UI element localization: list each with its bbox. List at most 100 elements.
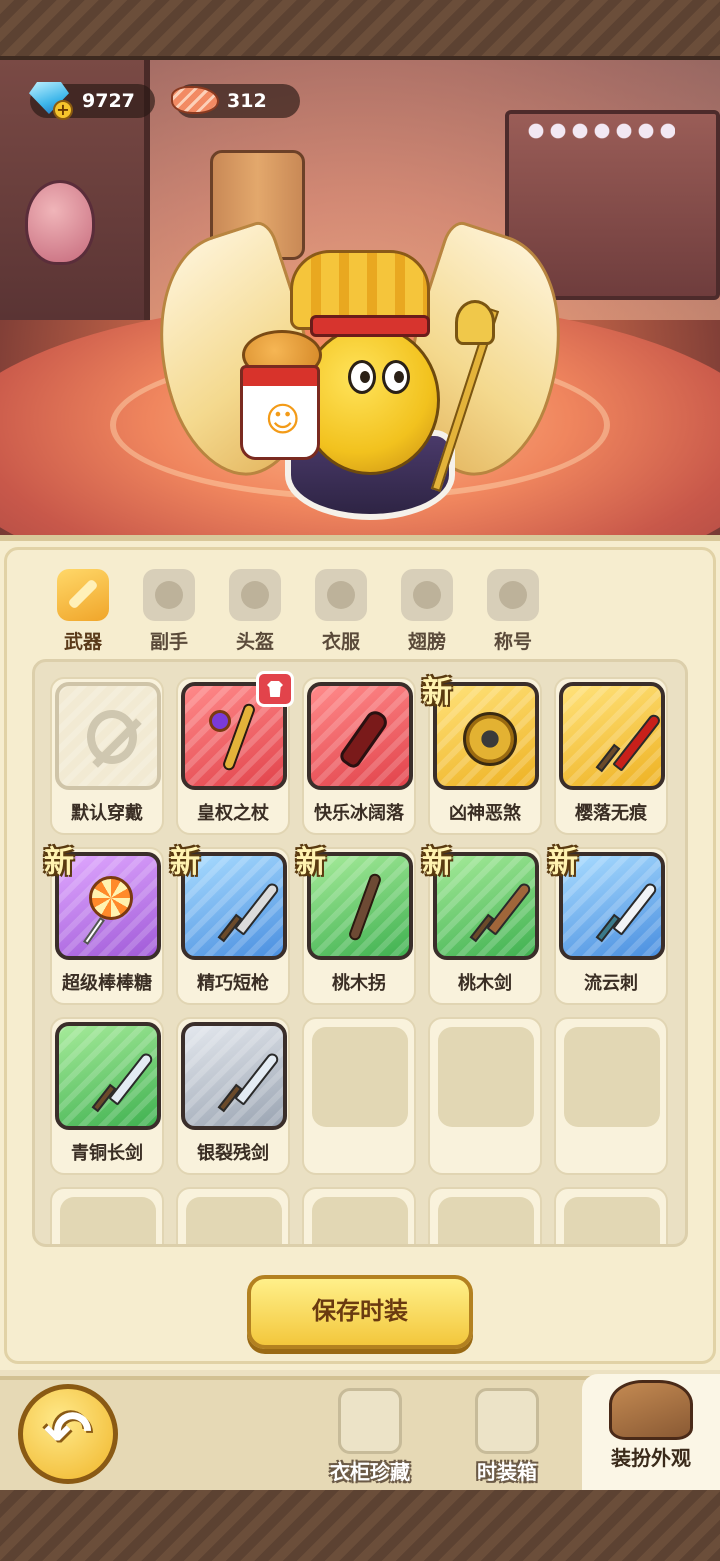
item-name: 超级棒棒糖 — [62, 973, 152, 994]
sword-icon — [205, 1042, 281, 1113]
nav-wardrobe-collection[interactable]: 衣柜珍藏 — [310, 1382, 430, 1490]
empty-slot — [428, 1017, 542, 1175]
nav-appearance[interactable]: 装扮外观 — [582, 1374, 720, 1490]
tab-label: 衣服 — [321, 631, 360, 653]
item-name: 凶神恶煞 — [449, 803, 521, 824]
meat-counter: 312 — [171, 84, 300, 118]
katana-icon — [583, 702, 661, 773]
bottle-icon — [331, 702, 397, 772]
wardrobe-icon — [338, 1388, 402, 1454]
bottom-nav: ↶ 衣柜珍藏 时装箱 装扮外观 — [0, 1370, 720, 1561]
ban-icon — [79, 702, 145, 772]
tab-5[interactable]: 称号 — [470, 569, 556, 659]
item-cell[interactable]: 新超级棒棒糖 — [44, 845, 164, 1005]
equipped-shirt-icon — [256, 671, 294, 707]
item-cell[interactable]: 皇权之杖 — [176, 671, 294, 835]
egg-decor — [25, 180, 95, 265]
tab-0[interactable]: 武器 — [40, 569, 126, 665]
hat-icon — [609, 1380, 693, 1440]
tab-label: 头盔 — [235, 631, 274, 653]
empty-slot — [302, 1017, 416, 1175]
empty-slot-tile — [438, 1197, 534, 1244]
empty-slot — [554, 1017, 668, 1175]
item-name: 樱落无痕 — [575, 803, 647, 824]
empty-slot-tile — [564, 1027, 660, 1127]
empty-slot — [176, 1187, 290, 1244]
tab-2[interactable]: 头盔 — [212, 569, 298, 659]
nav-fashion-box[interactable]: 时装箱 — [447, 1382, 567, 1490]
spear-icon — [205, 872, 281, 943]
item-cell[interactable]: 青铜长剑 — [50, 1017, 164, 1175]
back-arrow-icon: ↶ — [43, 1398, 93, 1466]
item-name: 精巧短枪 — [197, 973, 269, 994]
back-button[interactable]: ↶ — [18, 1384, 118, 1484]
item-cell[interactable]: 新流云刺 — [548, 845, 668, 1005]
item-cell[interactable]: 樱落无痕 — [554, 677, 668, 835]
fashion-box-icon — [475, 1388, 539, 1454]
offhand-icon — [143, 569, 195, 621]
wing-icon — [401, 569, 453, 621]
tab-label: 副手 — [149, 631, 188, 653]
title-icon — [487, 569, 539, 621]
nav-fashion-label: 时装箱 — [477, 1460, 537, 1484]
item-tile — [559, 682, 665, 790]
category-tabs: 武器 副手 头盔 衣服 翅膀 称号 — [40, 569, 560, 665]
scepter-head — [455, 300, 495, 345]
item-tile — [55, 682, 161, 790]
empty-slot-tile — [564, 1197, 660, 1244]
staff-icon — [331, 872, 397, 942]
save-outfit-button[interactable]: 保存时装 — [247, 1275, 473, 1349]
empty-slot — [428, 1187, 542, 1244]
eye-left — [348, 360, 376, 394]
dagger-icon — [583, 872, 659, 943]
item-name: 桃木拐 — [332, 973, 386, 994]
gem-amount: 9727 — [82, 90, 135, 112]
decor-border-bottom — [0, 1490, 720, 1561]
item-cell[interactable]: 新桃木剑 — [422, 845, 542, 1005]
eye-right — [382, 360, 410, 394]
meat-amount: 312 — [227, 90, 267, 112]
item-cell[interactable]: 快乐冰阔落 — [302, 677, 416, 835]
mace-icon — [457, 702, 523, 772]
nav-appearance-label: 装扮外观 — [611, 1446, 691, 1470]
tab-4[interactable]: 翅膀 — [384, 569, 470, 659]
empty-slot — [50, 1187, 164, 1244]
item-tile — [181, 1022, 287, 1130]
item-cell[interactable]: 银裂残剑 — [176, 1017, 290, 1175]
item-name: 桃木剑 — [458, 973, 512, 994]
item-name: 皇权之杖 — [197, 803, 269, 824]
tab-label: 武器 — [63, 631, 102, 653]
item-name: 流云刺 — [584, 973, 638, 994]
item-tile — [55, 1022, 161, 1130]
headband — [310, 315, 430, 337]
item-name: 快乐冰阔落 — [314, 803, 404, 824]
wood-sword-icon — [457, 872, 533, 943]
wardrobe-panel: 武器 副手 头盔 衣服 翅膀 称号 默认穿戴 皇权之杖 快乐冰阔落新凶神恶煞 樱落无痕新超级棒棒… — [0, 535, 720, 1370]
item-name: 青铜长剑 — [71, 1143, 143, 1164]
new-badge: 新 — [422, 845, 452, 880]
item-name: 默认穿戴 — [71, 803, 143, 824]
item-name: 银裂残剑 — [197, 1143, 269, 1164]
empty-slot — [554, 1187, 668, 1244]
character-avatar — [126, 215, 594, 535]
diamond-plus-icon[interactable]: + — [25, 76, 75, 124]
pearl-necklace-decor — [525, 120, 675, 160]
tab-label: 称号 — [493, 631, 532, 653]
tab-3[interactable]: 衣服 — [298, 569, 384, 659]
sword-icon — [57, 569, 109, 621]
new-badge: 新 — [44, 845, 74, 880]
item-tile — [307, 682, 413, 790]
empty-slot — [302, 1187, 416, 1244]
nav-wardrobe-label: 衣柜珍藏 — [330, 1460, 410, 1484]
item-cell[interactable]: 新精巧短枪 — [170, 845, 290, 1005]
tab-label: 翅膀 — [407, 631, 446, 653]
decor-border-top — [0, 0, 720, 60]
empty-slot-tile — [186, 1197, 282, 1244]
new-badge: 新 — [296, 845, 326, 880]
item-cell[interactable]: 新凶神恶煞 — [422, 675, 542, 835]
item-cell[interactable]: 新桃木拐 — [296, 845, 416, 1005]
armor-icon — [315, 569, 367, 621]
gem-counter[interactable]: + 9727 — [29, 82, 155, 120]
item-cell[interactable]: 默认穿戴 — [50, 677, 164, 835]
tab-1[interactable]: 副手 — [126, 569, 212, 659]
